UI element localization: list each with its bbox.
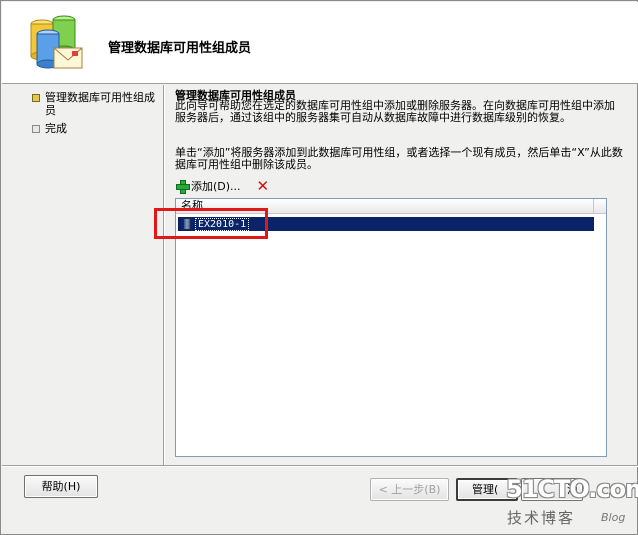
watermark-subtitle: 技术博客 (507, 509, 576, 527)
instruction-text: 单击“添加”将服务器添加到此数据库可用性组，或者选择一个现有成员，然后单击“X”… (175, 146, 623, 171)
current-step-icon (32, 94, 40, 102)
add-server-button[interactable]: 添加(D)... (175, 178, 241, 194)
watermark-blog: Blog (601, 511, 626, 524)
watermark-logo: 51CTO.com (506, 475, 638, 503)
wizard-step-nav: 管理数据库可用性组成员 完成 (2, 85, 163, 465)
nav-step-label: 管理数据库可用性组成员 (45, 91, 155, 117)
nav-separator (163, 85, 165, 465)
back-button[interactable]: < 上一步(B) (370, 478, 449, 501)
site-watermark: 51CTO.com 技术博客 Blog (501, 473, 638, 533)
database-availability-group-icon (30, 15, 83, 69)
help-button[interactable]: 帮助(H) (24, 475, 98, 498)
add-server-label: 添加(D)... (191, 180, 241, 193)
remove-server-button[interactable]: ✕ (257, 179, 270, 194)
wizard-content: 管理数据库可用性组成员 此向导可帮助您在选定的数据库可用性组中添加或删除服务器。… (167, 85, 637, 465)
bottom-separator (2, 465, 638, 467)
nav-step-label: 完成 (45, 122, 67, 135)
wizard-title: 管理数据库可用性组成员 (108, 41, 252, 56)
wizard-header: 管理数据库可用性组成员 (2, 2, 638, 84)
pending-step-icon (32, 125, 40, 133)
wizard-window: 管理数据库可用性组成员 管理数据库可用性组成员 完成 管理数据库可用性组成员 此… (0, 0, 638, 535)
description-text: 此向导可帮助您在选定的数据库可用性组中添加或删除服务器。在向数据库可用性组中添加… (175, 99, 615, 124)
nav-step-manage-members[interactable]: 管理数据库可用性组成员 (32, 91, 157, 117)
nav-step-finish[interactable]: 完成 (32, 122, 157, 135)
member-toolbar: 添加(D)... ✕ (175, 178, 269, 194)
annotation-highlight-box (154, 208, 268, 239)
add-icon (175, 179, 190, 194)
